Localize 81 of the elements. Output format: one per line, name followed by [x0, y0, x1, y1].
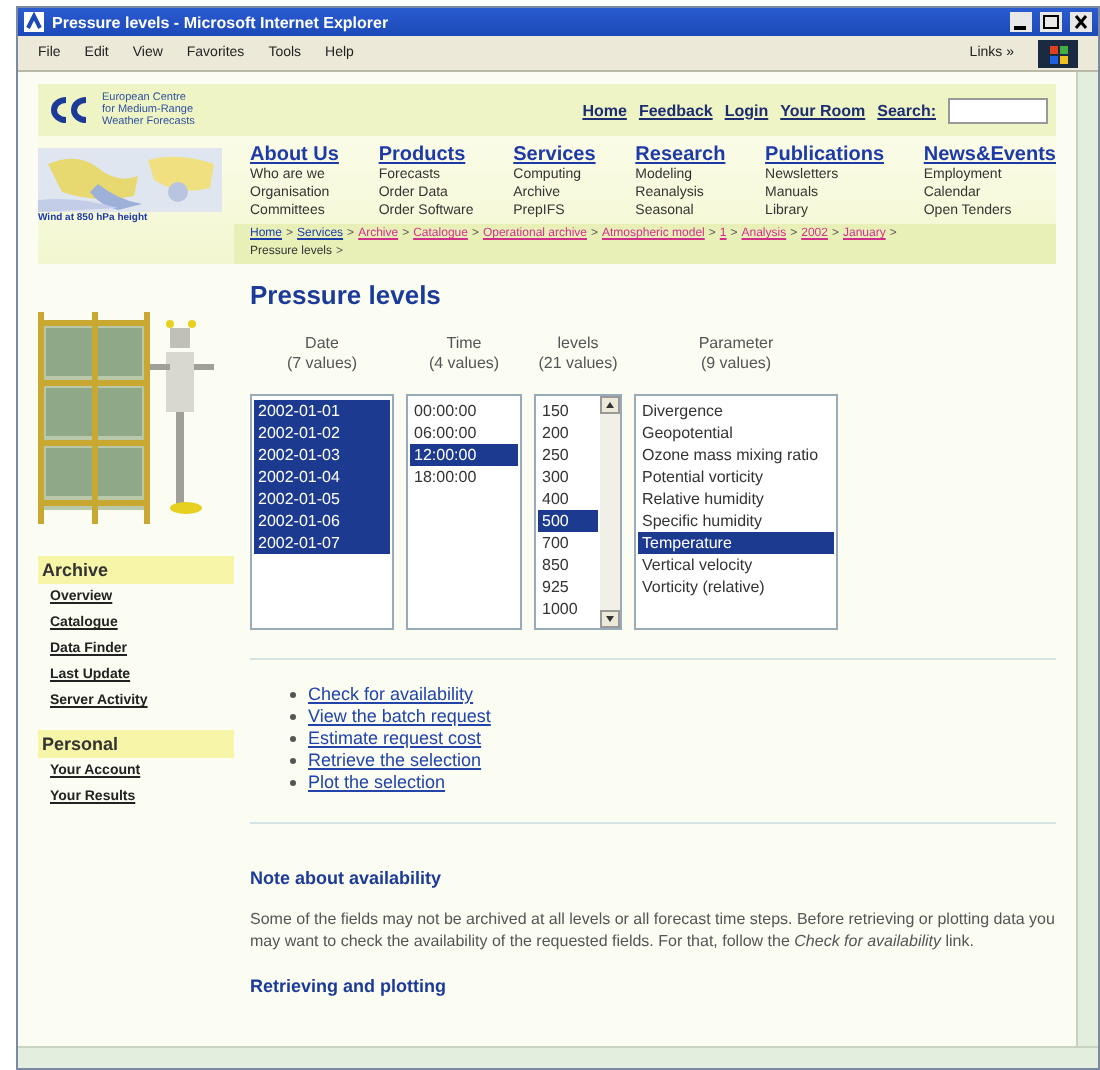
sidebar-heading: Personal: [38, 730, 234, 758]
list-option[interactable]: Ozone mass mixing ratio: [638, 444, 834, 466]
top-link[interactable]: Your Room: [780, 101, 866, 119]
list-option[interactable]: 2002-01-02: [254, 422, 390, 444]
list-option[interactable]: 700: [538, 532, 598, 554]
action-link[interactable]: Retrieve the selection: [308, 750, 482, 772]
nav-heading[interactable]: Research: [635, 144, 726, 166]
list-option[interactable]: Temperature: [638, 532, 834, 554]
windows-logo-icon: [1038, 39, 1078, 67]
action-link[interactable]: View the batch request: [308, 706, 491, 728]
minimize-icon[interactable]: [1010, 12, 1032, 32]
list-option[interactable]: 2002-01-04: [254, 466, 390, 488]
top-link[interactable]: Home: [582, 101, 627, 119]
list-option[interactable]: Potential vorticity: [638, 466, 834, 488]
list-option[interactable]: 2002-01-07: [254, 532, 390, 554]
list-option[interactable]: 00:00:00: [410, 400, 518, 422]
list-option[interactable]: 925: [538, 576, 598, 598]
nav-heading[interactable]: Products: [378, 144, 474, 166]
list-option[interactable]: 1000: [538, 598, 598, 620]
list-option[interactable]: 150: [538, 400, 598, 422]
sidebar-heading: Archive: [38, 556, 234, 584]
list-option[interactable]: 2002-01-06: [254, 510, 390, 532]
column-title: Parameter: [698, 334, 774, 354]
top-link[interactable]: Feedback: [638, 101, 713, 119]
list-option[interactable]: 250: [538, 444, 598, 466]
list-option[interactable]: Divergence: [638, 400, 834, 422]
nav-heading[interactable]: Publications: [765, 144, 884, 166]
bullet-icon: [290, 780, 296, 786]
section-heading: Retrieving and plotting: [250, 976, 448, 996]
list-option[interactable]: Specific humidity: [638, 510, 834, 532]
search-link[interactable]: Search:: [877, 101, 936, 119]
scroll-down-icon[interactable]: [600, 610, 620, 628]
search-field[interactable]: [948, 97, 1048, 123]
nav-heading[interactable]: Services: [513, 144, 596, 166]
list-option[interactable]: 18:00:00: [410, 466, 518, 488]
bullet-icon: [290, 736, 296, 742]
list-option[interactable]: 200: [538, 422, 598, 444]
nav-heading[interactable]: About Us: [250, 144, 339, 166]
action-link[interactable]: Check for availability: [308, 684, 474, 706]
maximize-icon[interactable]: [1040, 12, 1062, 32]
section-heading: Note about availability: [250, 868, 444, 888]
column-title: Time: [446, 334, 482, 354]
list-option[interactable]: 400: [538, 488, 598, 510]
value-count: (4 values): [428, 354, 500, 374]
list-option[interactable]: Relative humidity: [638, 488, 834, 510]
note-paragraph: Some of the fields may not be archived at all levels or all forecast time steps. Before retrieving or plotting data you may want to check the availability of the requested fields. For that, follow the Check for availability link.: [250, 908, 1056, 952]
list-box[interactable]: 00:00:00 06:00:00 12:00:00 18:00:00: [406, 394, 522, 630]
list-option[interactable]: 500: [538, 510, 598, 532]
list-option[interactable]: 300: [538, 466, 598, 488]
list-option[interactable]: 06:00:00: [410, 422, 518, 444]
list-option[interactable]: Vorticity (relative): [638, 576, 834, 598]
value-count: (7 values): [286, 354, 358, 374]
list-option[interactable]: 12:00:00: [410, 444, 518, 466]
page-title: Pressure levels: [250, 280, 443, 310]
window-title: Pressure levels - Microsoft Internet Explorer: [52, 13, 391, 31]
value-count: (21 values): [538, 354, 618, 374]
list-box[interactable]: Divergence Geopotential Ozone mass mixing ratio Potential vorticity Relative humidity Specific humidity Temperature Vertical velocity Vorticity (relative): [634, 394, 838, 630]
column-title: levels: [557, 334, 599, 354]
list-option[interactable]: 2002-01-01: [254, 400, 390, 422]
top-link[interactable]: Login: [724, 101, 769, 119]
action-link[interactable]: Estimate request cost: [308, 728, 482, 750]
vertical-scrollbar[interactable]: [1076, 72, 1098, 1046]
list-option[interactable]: Vertical velocity: [638, 554, 834, 576]
value-count: (9 values): [700, 354, 772, 374]
list-option[interactable]: 850: [538, 554, 598, 576]
action-link[interactable]: Plot the selection: [308, 772, 446, 794]
list-option[interactable]: Geopotential: [638, 422, 834, 444]
logo-icon: [46, 96, 90, 124]
list-option[interactable]: 2002-01-03: [254, 444, 390, 466]
list-box[interactable]: 150 200 250 300 400 500 700 850 925 1000: [534, 394, 622, 630]
close-icon[interactable]: [1070, 12, 1092, 32]
horizontal-scrollbar[interactable]: [18, 1046, 1098, 1068]
column-title: Date: [305, 334, 339, 354]
list-option[interactable]: 2002-01-05: [254, 488, 390, 510]
nav-heading[interactable]: News&Events: [923, 144, 1056, 166]
list-box[interactable]: 2002-01-01 2002-01-02 2002-01-03 2002-01-04 2002-01-05 2002-01-06 2002-01-07: [250, 394, 394, 630]
bullet-icon: [290, 714, 296, 720]
bullet-icon: [290, 692, 296, 698]
scroll-up-icon[interactable]: [600, 396, 620, 414]
browser-icon: [24, 12, 44, 32]
bullet-icon: [290, 758, 296, 764]
